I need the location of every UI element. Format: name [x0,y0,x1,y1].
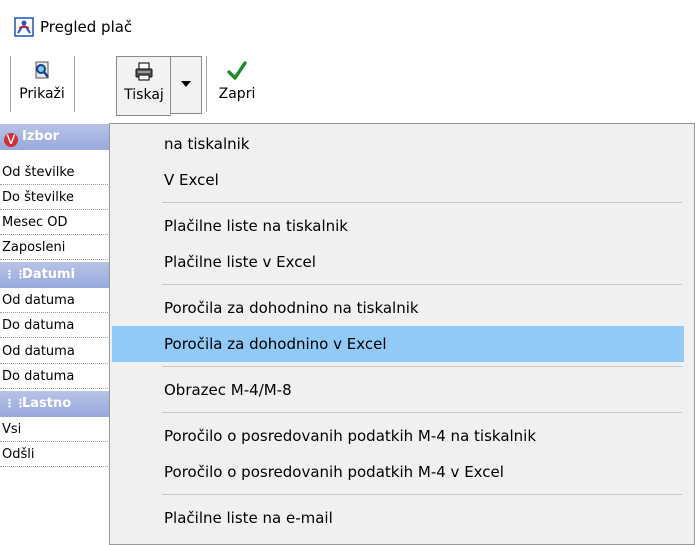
collapse-icon: ⋁ [4,133,18,147]
toolbar-separator [74,56,75,112]
app-icon [14,17,34,37]
menu-item-payslips-printer[interactable]: Plačilne liste na tiskalnik [112,208,684,244]
print-button[interactable]: Tiskaj [116,56,171,116]
printer-icon [135,62,153,81]
menu-item-m4-report-printer[interactable]: Poročilo o posredovanih podatkih M-4 na … [112,418,684,454]
chevron-down-icon [181,81,191,87]
filter-panel: ⋁ Izbor Od številke Do številke Mesec OD … [0,124,113,545]
field-label: Od številke [0,160,112,185]
print-button-label: Tiskaj [124,87,164,103]
field-label: Do datuma [0,364,112,389]
field-label: Od datuma [0,288,112,313]
title-bar: Pregled plač [0,0,695,46]
menu-separator [162,412,682,413]
field-label: Zaposleni [0,235,112,260]
section-header-label: Izbor [22,129,60,144]
field-label: Mesec OD [0,210,112,235]
menu-item-tax-report-printer[interactable]: Poročila za dohodnino na tiskalnik [112,290,684,326]
show-button[interactable]: Prikaži [14,56,70,114]
close-button[interactable]: Zapri [212,56,262,114]
grip-icon: ⋮⋮ [4,268,26,281]
grip-icon: ⋮⋮ [4,397,26,410]
menu-separator [162,494,682,495]
section-header-label: Lastno [22,396,72,411]
field-label: Vsi [0,417,112,442]
field-label: Do številke [0,185,112,210]
menu-item-payslips-excel[interactable]: Plačilne liste v Excel [112,244,684,280]
toolbar-separator [10,56,11,112]
print-dropdown-button[interactable] [170,56,202,114]
toolbar-separator [206,56,207,112]
menu-separator [162,366,682,367]
field-label: Od datuma [0,339,112,364]
menu-separator [162,284,682,285]
field-label: Do datuma [0,313,112,338]
menu-item-payslips-email[interactable]: Plačilne liste na e-mail [112,500,684,536]
menu-item-m4-report-excel[interactable]: Poročilo o posredovanih podatkih M-4 v E… [112,454,684,490]
menu-item-to-excel[interactable]: V Excel [112,162,684,198]
close-button-label: Zapri [218,86,256,102]
field-label: Odšli [0,442,112,467]
section-header-izbor[interactable]: ⋁ Izbor [0,124,112,150]
window-title: Pregled plač [40,18,133,36]
toolbar: Prikaži Tiskaj Zapri [0,46,695,122]
section-header-label: Datumi [22,267,76,282]
section-header-datumi[interactable]: ⋮⋮Datumi [0,262,112,288]
menu-separator [162,202,682,203]
section-header-lastnosti[interactable]: ⋮⋮Lastno [0,391,112,417]
magnifier-icon [35,61,49,79]
checkmark-icon [227,61,247,80]
print-dropdown-menu: na tiskalnik V Excel Plačilne liste na t… [109,123,695,545]
menu-item-to-printer[interactable]: na tiskalnik [112,126,684,162]
menu-item-form-m4-m8[interactable]: Obrazec M-4/M-8 [112,372,684,408]
menu-item-tax-report-excel[interactable]: Poročila za dohodnino v Excel [112,326,684,362]
show-button-label: Prikaži [19,86,65,102]
